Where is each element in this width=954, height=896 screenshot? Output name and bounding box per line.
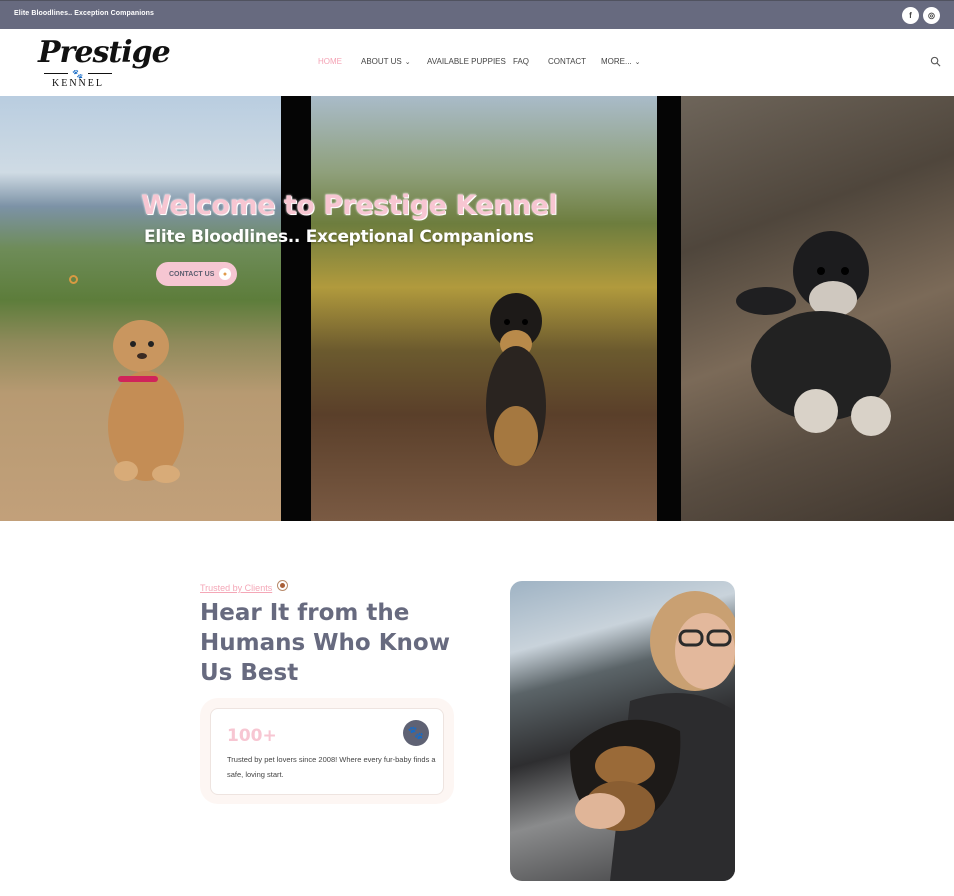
instagram-icon[interactable]: ◎ bbox=[923, 7, 940, 24]
nav-contact-label: CONTACT bbox=[548, 57, 587, 66]
top-bar: Elite Bloodlines.. Exception Companions … bbox=[0, 0, 954, 29]
facebook-icon[interactable]: f bbox=[902, 7, 919, 24]
site-header: Prestige 🐾 KENNEL HOME ABOUT US ⌄ AVAILAB… bbox=[0, 29, 954, 96]
top-bar-tagline: Elite Bloodlines.. Exception Companions bbox=[14, 10, 155, 17]
nav-faq-label: FAQ bbox=[513, 57, 530, 66]
logo-subtitle: KENNEL bbox=[52, 78, 104, 89]
hero-decor-ring bbox=[69, 275, 78, 284]
hero-subtitle: Elite Bloodlines.. Exceptional Companion… bbox=[144, 227, 534, 247]
owner-photo-illustration bbox=[570, 591, 735, 881]
stat-description: Trusted by pet lovers since 2008! Where … bbox=[227, 755, 436, 779]
nav-puppies-label: AVAILABLE PUPPIES bbox=[427, 57, 506, 66]
dog-image-left bbox=[108, 320, 184, 483]
nav-about-label: ABOUT US bbox=[361, 57, 402, 66]
logo-script: Prestige bbox=[38, 35, 171, 70]
logo-rule-right bbox=[88, 73, 112, 74]
owner-with-puppy-photo bbox=[510, 581, 735, 881]
chevron-down-icon: ⌄ bbox=[404, 59, 411, 66]
nav-home[interactable]: HOME bbox=[318, 57, 342, 66]
search-icon[interactable] bbox=[930, 56, 941, 67]
section-eyebrow: Trusted by Clients bbox=[200, 583, 273, 593]
hero-photo-center bbox=[281, 96, 681, 521]
contact-us-button[interactable]: CONTACT US ● bbox=[156, 262, 237, 286]
eyebrow-dot-icon bbox=[277, 580, 288, 591]
contact-us-label: CONTACT US bbox=[169, 270, 215, 278]
hero-photo-left bbox=[0, 96, 281, 521]
paw-icon: ● bbox=[219, 268, 231, 280]
stat-value: 100+ bbox=[227, 726, 277, 746]
paw-icon: 🐾 bbox=[403, 720, 429, 746]
dog-image-right bbox=[736, 231, 891, 436]
nav-more-label: MORE... bbox=[601, 57, 632, 66]
hero-title: Welcome to Prestige Kennel bbox=[141, 190, 558, 221]
site-logo[interactable]: Prestige 🐾 KENNEL bbox=[36, 35, 171, 91]
stat-card: 100+ 🐾 Trusted by pet lovers since 2008!… bbox=[210, 708, 444, 795]
nav-available-puppies[interactable]: AVAILABLE PUPPIES bbox=[427, 57, 506, 66]
logo-rule-left bbox=[44, 73, 68, 74]
nav-contact[interactable]: CONTACT bbox=[548, 57, 586, 66]
nav-home-label: HOME bbox=[318, 57, 342, 66]
hero-photo-center-scene bbox=[311, 96, 657, 521]
dog-image-center bbox=[486, 293, 546, 466]
nav-faq[interactable]: FAQ bbox=[513, 57, 529, 66]
chevron-down-icon: ⌄ bbox=[634, 59, 641, 66]
hero-photo-right bbox=[681, 96, 954, 521]
hero-section: Welcome to Prestige Kennel Elite Bloodli… bbox=[0, 96, 954, 521]
nav-about-us[interactable]: ABOUT US ⌄ bbox=[361, 57, 411, 66]
section-heading: Hear It from the Humans Who Know Us Best bbox=[200, 600, 450, 686]
nav-more[interactable]: MORE... ⌄ bbox=[601, 57, 641, 66]
